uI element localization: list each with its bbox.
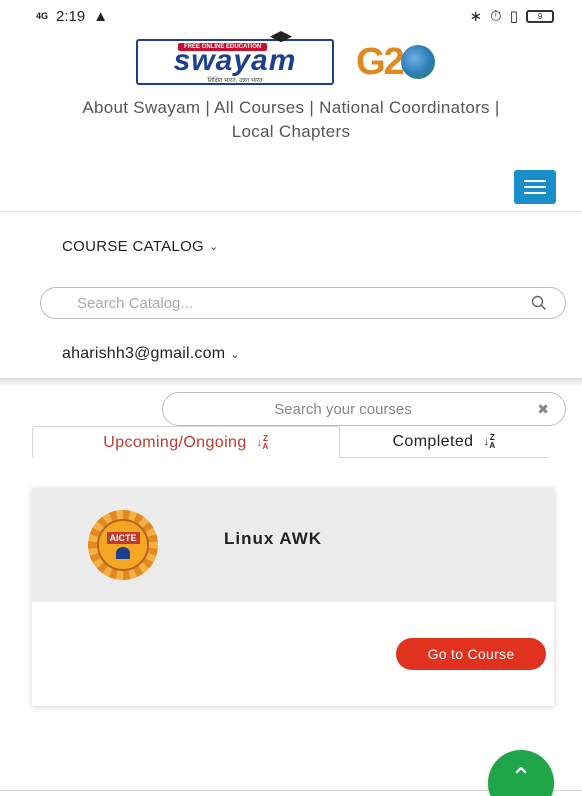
logo-row: FREE ONLINE EDUCATION swayam शिक्षित भार…: [0, 31, 582, 88]
nav-divider: [0, 211, 582, 212]
go-to-course-button[interactable]: Go to Course: [396, 638, 546, 670]
chevron-down-icon: ⌄: [209, 241, 219, 253]
g20-text: G2: [356, 41, 405, 83]
tab-upcoming-ongoing[interactable]: Upcoming/Ongoing ↓ Z A: [32, 426, 340, 458]
course-card-body: Go to Course: [32, 602, 554, 706]
tab-label: Upcoming/Ongoing: [103, 433, 247, 451]
chevron-up-icon: ⌃: [510, 762, 532, 792]
aicte-gear-icon: AICTE: [88, 510, 158, 580]
swayam-tagline: शिक्षित भारत, उन्नत भारत: [207, 78, 263, 84]
aicte-logo: AICTE: [74, 509, 172, 581]
search-catalog-input[interactable]: [77, 294, 497, 312]
status-bar: 4G 2:19 ▲ ∗ ⏱ ▯ 9: [0, 0, 582, 32]
globe-icon: [400, 45, 435, 79]
link-separator: |: [309, 98, 315, 117]
hand-icon: [116, 546, 130, 559]
link-separator: |: [494, 98, 500, 117]
link-separator: |: [205, 98, 211, 117]
tab-completed[interactable]: Completed ↓ Z A: [340, 426, 548, 458]
search-icon[interactable]: [531, 295, 547, 311]
status-left: 4G 2:19 ▲: [36, 8, 108, 25]
hamburger-line: [524, 180, 546, 182]
status-time: 2:19: [56, 7, 86, 25]
hamburger-menu-button[interactable]: [514, 170, 556, 204]
course-card: AICTE Linux AWK Go to Course: [32, 488, 554, 706]
battery-icon: 9: [526, 9, 554, 23]
course-catalog-label: COURSE CATALOG: [62, 238, 204, 255]
graduation-cap-icon: [270, 31, 292, 43]
aicte-logo-text: AICTE: [106, 531, 140, 544]
vibrate-icon: ▯: [509, 8, 518, 25]
user-email: aharishh3@gmail.com: [62, 345, 226, 362]
hamburger-line: [524, 186, 546, 188]
top-links: About Swayam | All Courses | National Co…: [60, 96, 522, 144]
sort-alpha-icon[interactable]: ↓ Z A: [483, 433, 495, 450]
alarm-icon: ⏱: [490, 7, 502, 25]
swayam-banner: FREE ONLINE EDUCATION: [178, 43, 268, 51]
link-local-chapters[interactable]: Local Chapters: [232, 122, 351, 141]
search-courses-input[interactable]: [213, 400, 473, 418]
tab-label: Completed: [392, 432, 474, 450]
notification-icon: ▲: [93, 7, 109, 25]
sort-alpha-icon[interactable]: ↓ Z A: [257, 434, 269, 451]
course-catalog-dropdown[interactable]: COURSE CATALOG ⌄: [62, 238, 219, 255]
link-about-swayam[interactable]: About Swayam: [82, 98, 200, 117]
chevron-down-icon: ⌄: [230, 348, 240, 361]
course-tabs: Upcoming/Ongoing ↓ Z A Completed ↓ Z A: [32, 426, 548, 458]
course-card-header: AICTE Linux AWK: [32, 488, 554, 602]
swayam-logo[interactable]: FREE ONLINE EDUCATION swayam शिक्षित भार…: [136, 31, 334, 85]
link-all-courses[interactable]: All Courses: [214, 98, 304, 117]
bluetooth-icon: ∗: [469, 8, 483, 25]
g20-logo: G2: [356, 39, 446, 85]
scroll-to-top-button[interactable]: ⌃: [488, 750, 554, 796]
clear-icon[interactable]: ✖: [537, 401, 549, 418]
search-catalog-box: [40, 287, 566, 319]
course-title[interactable]: Linux AWK: [224, 529, 322, 549]
link-national-coordinators[interactable]: National Coordinators: [319, 98, 490, 117]
hamburger-line: [524, 192, 546, 194]
aicte-emblem: AICTE: [97, 519, 149, 571]
search-courses-box: ✖: [162, 392, 566, 426]
user-dropdown[interactable]: aharishh3@gmail.com ⌄: [62, 345, 240, 363]
status-right: ∗ ⏱ ▯ 9: [469, 7, 554, 25]
signal-icon: 4G: [36, 10, 49, 21]
header-shadow: [0, 378, 582, 386]
